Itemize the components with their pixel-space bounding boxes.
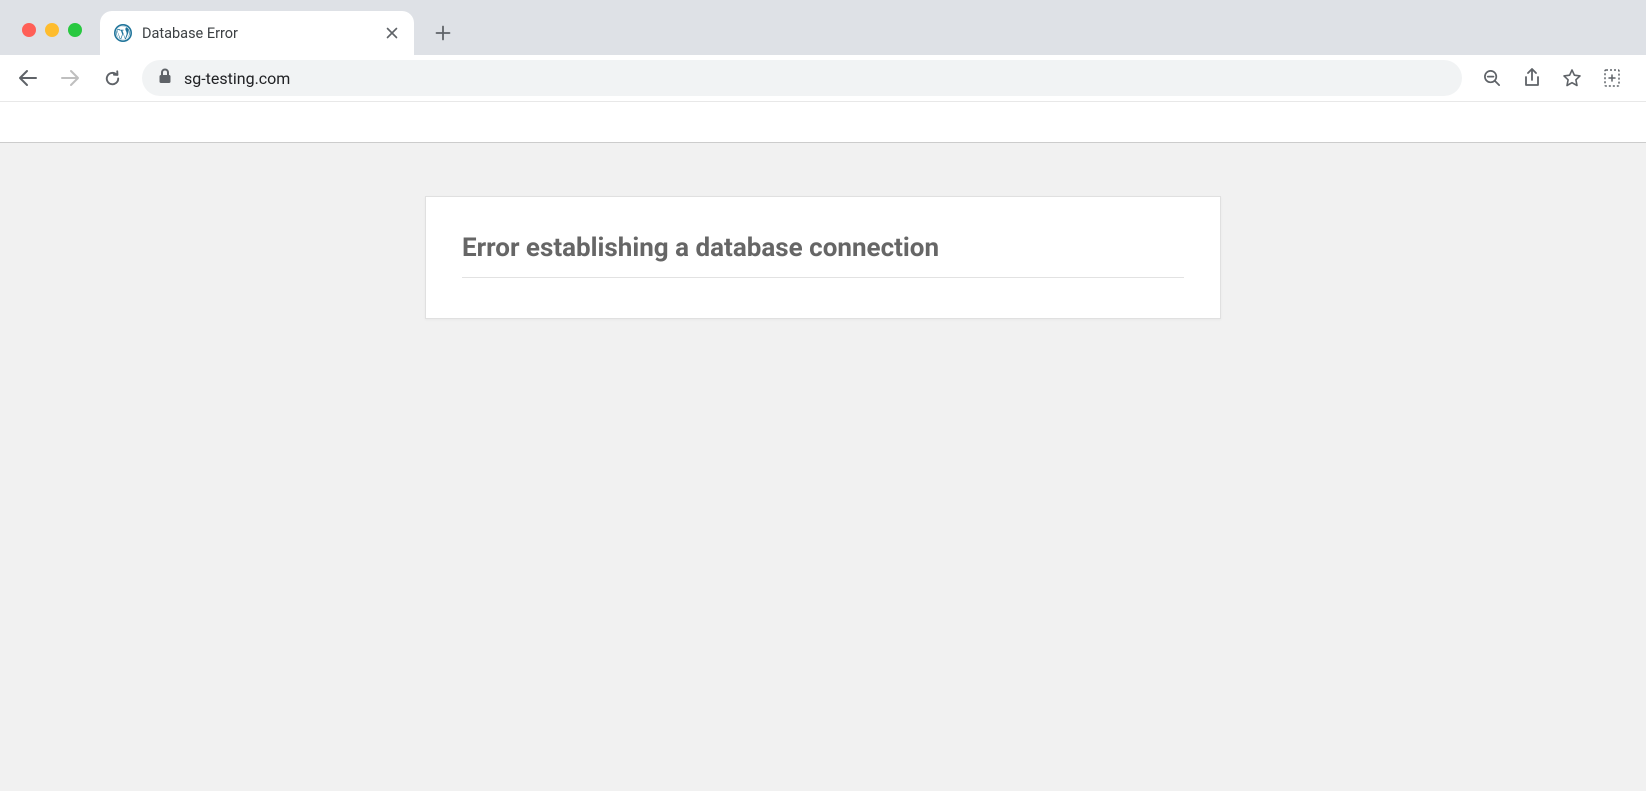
lock-icon bbox=[158, 68, 172, 88]
star-icon bbox=[1562, 68, 1582, 88]
new-tab-button[interactable] bbox=[428, 18, 458, 48]
zoom-button[interactable] bbox=[1474, 60, 1510, 96]
overflow-icon bbox=[1604, 69, 1620, 87]
plus-icon bbox=[435, 25, 451, 41]
share-button[interactable] bbox=[1514, 60, 1550, 96]
reload-button[interactable] bbox=[94, 60, 130, 96]
zoom-out-icon bbox=[1483, 69, 1502, 88]
arrow-right-icon bbox=[60, 68, 80, 88]
url-text: sg-testing.com bbox=[184, 69, 1446, 88]
wordpress-icon bbox=[114, 24, 132, 42]
window-minimize-button[interactable] bbox=[45, 23, 59, 37]
browser-tab[interactable]: Database Error bbox=[100, 11, 414, 55]
content-header-strip bbox=[0, 102, 1646, 143]
address-bar[interactable]: sg-testing.com bbox=[142, 60, 1462, 96]
arrow-left-icon bbox=[18, 68, 38, 88]
toolbar-right-actions bbox=[1474, 60, 1636, 96]
error-card: Error establishing a database connection bbox=[425, 196, 1221, 319]
back-button[interactable] bbox=[10, 60, 46, 96]
bookmark-button[interactable] bbox=[1554, 60, 1590, 96]
browser-tab-strip: Database Error bbox=[0, 0, 1646, 55]
reload-icon bbox=[103, 69, 122, 88]
tab-close-button[interactable] bbox=[384, 25, 400, 41]
forward-button[interactable] bbox=[52, 60, 88, 96]
extensions-overflow-button[interactable] bbox=[1594, 60, 1630, 96]
share-icon bbox=[1523, 68, 1541, 88]
browser-toolbar: sg-testing.com bbox=[0, 55, 1646, 102]
window-controls bbox=[10, 23, 94, 55]
tab-title: Database Error bbox=[142, 25, 374, 42]
page-content: Error establishing a database connection bbox=[0, 143, 1646, 319]
error-heading: Error establishing a database connection bbox=[462, 233, 1184, 278]
window-maximize-button[interactable] bbox=[68, 23, 82, 37]
close-icon bbox=[386, 27, 398, 39]
window-close-button[interactable] bbox=[22, 23, 36, 37]
